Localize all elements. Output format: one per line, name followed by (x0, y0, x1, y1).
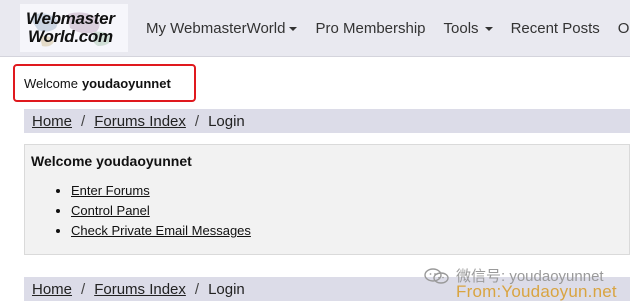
nav-open-label: Open (617, 19, 630, 37)
caret-down-icon (484, 27, 493, 31)
nav-recent-posts-label: Recent Posts (510, 19, 600, 37)
list-item: Control Panel (71, 201, 251, 221)
enter-forums-link[interactable]: Enter Forums (71, 183, 150, 198)
caret-down-icon (289, 27, 298, 31)
welcome-panel: Welcome youdaoyunnet Enter Forums Contro… (24, 144, 630, 255)
nav-recent-posts[interactable]: Recent Posts (511, 20, 600, 37)
logo-text-line1: Webmaster (26, 9, 115, 28)
list-item: Check Private Email Messages (71, 221, 251, 241)
control-panel-link[interactable]: Control Panel (71, 203, 150, 218)
nav-my-webmasterworld[interactable]: My WebmasterWorld (146, 19, 298, 37)
breadcrumb-current: Login (208, 112, 245, 130)
watermark-from: From:Youdaoyun.net (456, 282, 617, 301)
nav-tools[interactable]: Tools (444, 20, 493, 37)
logo-text-line2: World.com (28, 27, 113, 46)
welcome-message: Welcome youdaoyunnet (13, 64, 196, 102)
main-nav: My WebmasterWorld Pro Membership Tools R… (146, 0, 630, 56)
nav-my-webmasterworld-label: My WebmasterWorld (146, 19, 286, 37)
wechat-icon (424, 267, 449, 284)
breadcrumb-separator: / (81, 112, 86, 130)
breadcrumb-current: Login (208, 280, 245, 298)
check-private-email-link[interactable]: Check Private Email Messages (71, 223, 251, 238)
breadcrumb-forums-index-link[interactable]: Forums Index (94, 281, 186, 298)
panel-title: Welcome youdaoyunnet (31, 153, 192, 169)
breadcrumb-separator: / (81, 280, 86, 298)
breadcrumb-home-link[interactable]: Home (32, 281, 72, 298)
breadcrumb-forums-index-link[interactable]: Forums Index (94, 113, 186, 130)
breadcrumb-top: Home / Forums Index / Login (24, 109, 630, 133)
panel-link-list: Enter Forums Control Panel Check Private… (31, 181, 251, 241)
breadcrumb-separator: / (194, 112, 200, 130)
nav-open[interactable]: Open (618, 20, 630, 37)
breadcrumb-home-link[interactable]: Home (32, 113, 72, 130)
nav-pro-membership[interactable]: Pro Membership (315, 20, 425, 37)
top-navigation-bar: Webmaster World.com My WebmasterWorld Pr… (0, 0, 630, 57)
site-logo[interactable]: Webmaster World.com (20, 4, 128, 52)
welcome-username: youdaoyunnet (81, 75, 171, 91)
list-item: Enter Forums (71, 181, 251, 201)
nav-tools-label: Tools (443, 19, 479, 37)
nav-pro-membership-label: Pro Membership (315, 19, 426, 37)
breadcrumb-separator: / (194, 280, 200, 298)
welcome-prefix: Welcome (24, 75, 78, 91)
